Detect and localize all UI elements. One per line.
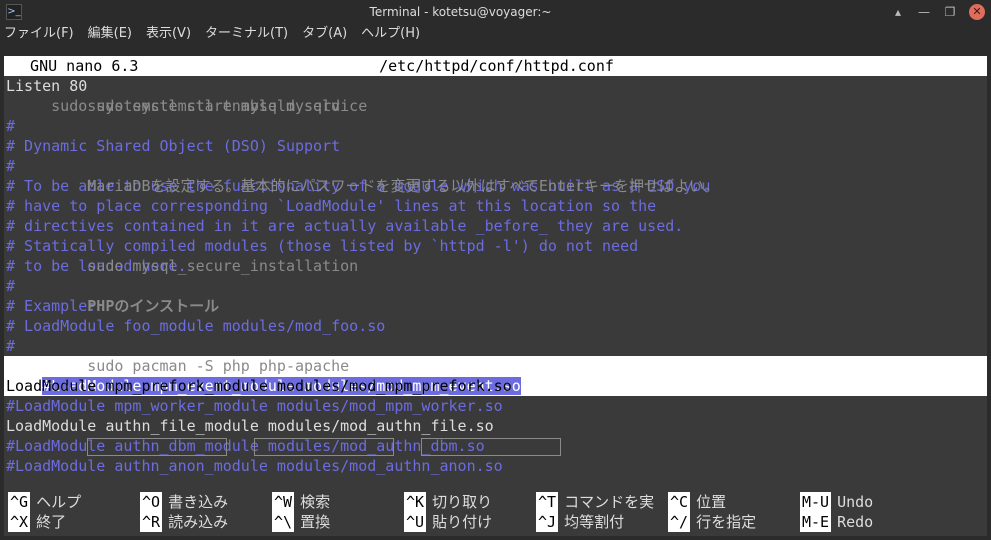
help-cell: ^W検索 [272, 492, 404, 512]
terminal-icon: >_ [6, 4, 22, 20]
ghost-box-icon [87, 438, 227, 456]
ghost-box-icon [421, 438, 561, 456]
menu-help[interactable]: ヘルプ(H) [361, 24, 420, 44]
help-key[interactable]: ^U [404, 512, 426, 532]
help-cell: M-ERedo [800, 512, 932, 532]
menu-bar: ファイル(F) 編集(E) 表示(V) ターミナル(T) タブ(A) ヘルプ(H… [0, 24, 991, 44]
nano-title-bar: GNU nano 6.3 /etc/httpd/conf/httpd.conf [4, 56, 987, 76]
help-key[interactable]: ^R [140, 512, 162, 532]
nano-help-bar: ^Gヘルプ ^O書き込み ^W検索 ^K切り取り ^Tコマンドを実 ^C位置 M… [8, 492, 983, 532]
menu-terminal[interactable]: ターミナル(T) [205, 24, 288, 44]
help-key[interactable]: ^G [8, 492, 30, 512]
help-cell: ^J均等割付 [536, 512, 668, 532]
help-key[interactable]: M-E [800, 512, 831, 532]
comment-line: sudo pacman -S php php-apache # [4, 336, 987, 356]
help-cell: ^Gヘルプ [8, 492, 140, 512]
menu-view[interactable]: 表示(V) [146, 24, 191, 44]
comment-line: # have to place corresponding `LoadModul… [4, 196, 987, 216]
comment-line: # [4, 116, 987, 136]
help-key[interactable]: ^\ [272, 512, 294, 532]
menu-file[interactable]: ファイル(F) [4, 24, 74, 44]
menu-edit[interactable]: 編集(E) [88, 24, 132, 44]
help-key[interactable]: ^X [8, 512, 30, 532]
editor-line: LoadModule authn_file_module modules/mod… [4, 416, 987, 436]
help-cell: ^\置換 [272, 512, 404, 532]
help-cell: ^U貼り付け [404, 512, 536, 532]
menu-tabs[interactable]: タブ(A) [302, 24, 347, 44]
help-cell: ^X終了 [8, 512, 140, 532]
comment-line: PHPのインストール # [4, 276, 987, 296]
comment-line: #LoadModule mpm_worker_module modules/mo… [4, 396, 987, 416]
window-titlebar: >_ Terminal - kotetsu@voyager:~ ▴ — ❐ ✕ [0, 0, 991, 24]
comment-line: sudo mysql_secure_installation # Statica… [4, 236, 987, 256]
window-close-button[interactable]: ✕ [969, 4, 985, 20]
terminal-viewport[interactable]: GNU nano 6.3 /etc/httpd/conf/httpd.conf … [4, 56, 987, 536]
comment-line: # directives contained in it are actuall… [4, 216, 987, 236]
help-key[interactable]: ^J [536, 512, 558, 532]
help-cell: ^O書き込み [140, 492, 272, 512]
ghost-box-icon [254, 438, 394, 456]
editor-line: LoadModule mpm_prefork_module modules/mo… [4, 376, 987, 396]
comment-line: # LoadModule foo_module modules/mod_foo.… [4, 316, 987, 336]
comment-line: # Dynamic Shared Object (DSO) Support [4, 136, 987, 156]
help-key[interactable]: M-U [800, 492, 831, 512]
window-title: Terminal - kotetsu@voyager:~ [30, 2, 891, 22]
help-key[interactable]: ^C [668, 492, 690, 512]
help-cell: ^/行を指定 [668, 512, 800, 532]
window-up-button[interactable]: ▴ [891, 5, 905, 19]
help-key[interactable]: ^O [140, 492, 162, 512]
window-maximize-button[interactable]: ❐ [943, 5, 957, 19]
help-key[interactable]: ^W [272, 492, 294, 512]
editor-line: sudo systemctl enable mysqld Listen 80 [4, 76, 987, 96]
nano-status-right [857, 56, 987, 76]
help-cell: M-UUndo [800, 492, 932, 512]
help-cell: ^C位置 [668, 492, 800, 512]
help-key[interactable]: ^/ [668, 512, 690, 532]
help-key[interactable]: ^K [404, 492, 426, 512]
window-minimize-button[interactable]: — [917, 5, 931, 19]
nano-app-label: GNU nano 6.3 [6, 56, 136, 76]
help-key[interactable]: ^T [536, 492, 558, 512]
help-cell: ^Tコマンドを実 [536, 492, 668, 512]
comment-line: MariaDBを設定する。基本的にパスワードを変更する以外はすべてEnterキー… [4, 156, 987, 176]
help-cell: ^K切り取り [404, 492, 536, 512]
listen-directive: Listen 80 [6, 76, 87, 96]
nano-file-path: /etc/httpd/conf/httpd.conf [136, 56, 857, 76]
help-cell: ^R読み込み [140, 512, 272, 532]
comment-line: #LoadModule authn_anon_module modules/mo… [4, 456, 987, 476]
